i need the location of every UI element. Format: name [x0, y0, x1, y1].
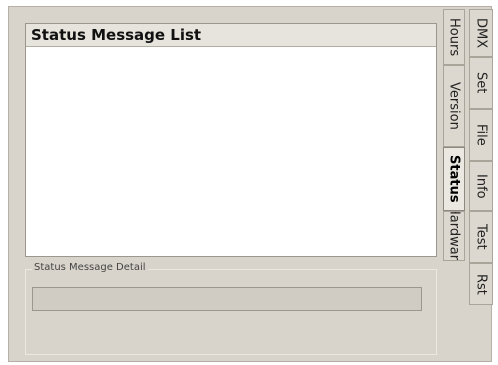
tab-rst[interactable]: Rst: [469, 263, 493, 305]
tab-hours[interactable]: Hours: [443, 9, 465, 65]
status-message-list[interactable]: Status Message List: [25, 23, 437, 257]
tab-dmx-label: DMX: [473, 17, 489, 49]
tab-test[interactable]: Test: [469, 211, 493, 263]
status-message-detail-group: Status Message Detail: [25, 262, 437, 355]
tab-hours-label: Hours: [446, 17, 462, 57]
tab-file-label: File: [473, 124, 489, 146]
inner-tab-strip: Hours Version Status Hardware: [443, 9, 465, 359]
tab-dmx[interactable]: DMX: [469, 9, 493, 57]
tab-rst-label: Rst: [473, 273, 489, 295]
outer-tab-strip: DMX Set File Info Test Rst: [469, 9, 493, 359]
tab-version-label: Version: [446, 82, 462, 130]
tab-status[interactable]: Status: [443, 147, 465, 211]
tab-set-label: Set: [473, 72, 489, 94]
status-message-list-body[interactable]: [26, 47, 436, 256]
tab-hardware-label: Hardware: [446, 211, 462, 261]
tab-status-label: Status: [446, 155, 462, 203]
status-message-detail-field[interactable]: [32, 287, 422, 311]
tab-info-label: Info: [473, 173, 489, 199]
tab-hardware[interactable]: Hardware: [443, 211, 465, 261]
tab-test-label: Test: [473, 224, 489, 250]
tab-info[interactable]: Info: [469, 161, 493, 211]
status-panel: Status Message List Status Message Detai…: [19, 17, 441, 355]
tab-version[interactable]: Version: [443, 65, 465, 147]
tab-file[interactable]: File: [469, 109, 493, 161]
status-message-detail-legend: Status Message Detail: [32, 262, 148, 273]
tab-set[interactable]: Set: [469, 57, 493, 109]
device-window: Status Message List Status Message Detai…: [8, 6, 493, 362]
status-message-list-header: Status Message List: [26, 24, 436, 47]
